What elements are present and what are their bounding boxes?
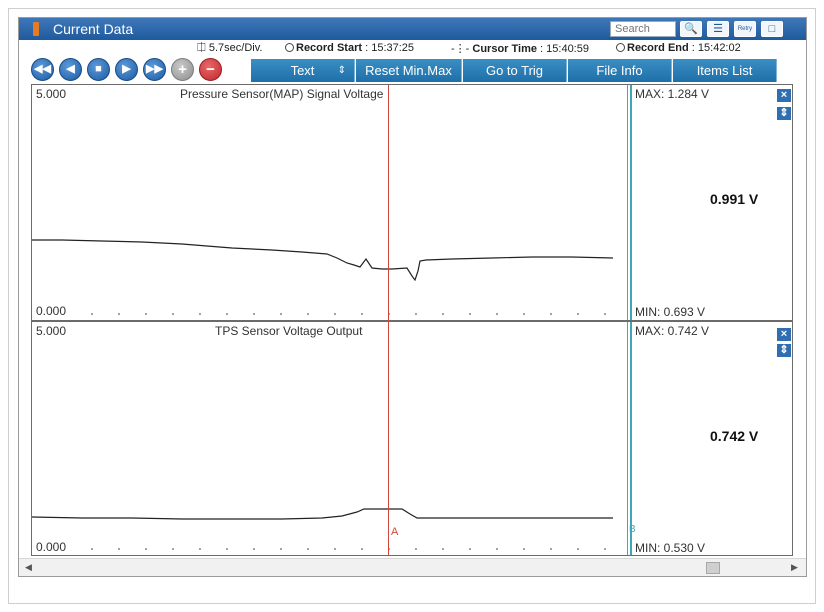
- text-select[interactable]: Text ⇕: [251, 59, 355, 82]
- current-value: 0.742 V: [710, 428, 759, 444]
- scroll-left-icon[interactable]: ◀: [25, 562, 32, 573]
- title-bar: Current Data 🔍 ☰ Retry □: [19, 18, 806, 40]
- marker-b-line: [630, 85, 632, 320]
- scroll-right-icon[interactable]: ▶: [791, 562, 798, 573]
- zoom-in-button[interactable]: +: [171, 58, 194, 81]
- fast-forward-button[interactable]: ▶▶: [143, 58, 166, 81]
- close-icon[interactable]: ×: [777, 89, 791, 102]
- cursor-a-line[interactable]: [388, 85, 389, 555]
- battery-icon: [33, 22, 39, 36]
- map-waveform: [32, 239, 614, 315]
- horizontal-scrollbar[interactable]: ◀ ▶: [19, 558, 806, 576]
- file-info-button[interactable]: File Info: [568, 59, 672, 82]
- max-value: MAX: 0.742 V: [635, 324, 710, 338]
- rewind-button[interactable]: ◀◀: [31, 58, 54, 81]
- clock-icon: [285, 43, 294, 52]
- value-divider: [627, 85, 628, 320]
- play-button[interactable]: ▶: [115, 58, 138, 81]
- clock-icon: [616, 43, 625, 52]
- min-value: MIN: 0.530 V: [635, 541, 706, 555]
- reset-minmax-button[interactable]: Reset Min.Max: [356, 59, 462, 82]
- time-per-div: ⎅ 5.7sec/Div.: [197, 42, 263, 54]
- close-icon[interactable]: ×: [777, 328, 791, 341]
- items-list-button[interactable]: Items List: [673, 59, 777, 82]
- max-value: MAX: 1.284 V: [635, 87, 710, 101]
- scroll-thumb[interactable]: [706, 562, 720, 574]
- go-to-trig-button[interactable]: Go to Trig: [463, 59, 567, 82]
- zoom-out-button[interactable]: −: [199, 58, 222, 81]
- tps-waveform: [32, 508, 613, 550]
- cursor-time: -⋮- Cursor Time : 15:40:59: [451, 43, 589, 55]
- min-value: MIN: 0.693 V: [635, 305, 706, 319]
- search-icon[interactable]: 🔍: [680, 21, 702, 37]
- record-start: Record Start : 15:37:25: [285, 42, 414, 54]
- current-data-window: Current Data 🔍 ☰ Retry □ ⎅ 5.7sec/Div. R…: [18, 17, 807, 577]
- value-divider: [627, 322, 628, 555]
- expand-icon[interactable]: ⇕: [777, 344, 791, 357]
- playback-toolbar: ◀◀ ◀ ■ ▶ ▶▶ + − Text ⇕ Reset Min.Max Go t…: [19, 57, 806, 83]
- record-end: Record End : 15:42:02: [616, 42, 741, 54]
- window-icon[interactable]: □: [761, 21, 783, 37]
- step-back-button[interactable]: ◀: [59, 58, 82, 81]
- current-value: 0.991 V: [710, 191, 759, 207]
- expand-icon[interactable]: ⇕: [777, 107, 791, 120]
- retry-icon[interactable]: Retry: [734, 21, 756, 37]
- graph-panel-map: 5.000 Pressure Sensor(MAP) Signal Voltag…: [31, 84, 793, 321]
- marker-b-label: B: [629, 524, 636, 535]
- marker-b-line: [630, 322, 632, 555]
- updown-arrows-icon: ⇕: [337, 65, 346, 76]
- graph-panel-tps: 5.000 TPS Sensor Voltage Output 0.000 B …: [31, 321, 793, 556]
- list-icon[interactable]: ☰: [707, 21, 729, 37]
- record-info-bar: ⎅ 5.7sec/Div. Record Start : 15:37:25 -⋮…: [19, 40, 806, 56]
- stop-button[interactable]: ■: [87, 58, 110, 81]
- search-input[interactable]: [610, 21, 676, 37]
- window-title: Current Data: [53, 21, 134, 37]
- cursor-a-label: A: [391, 526, 399, 538]
